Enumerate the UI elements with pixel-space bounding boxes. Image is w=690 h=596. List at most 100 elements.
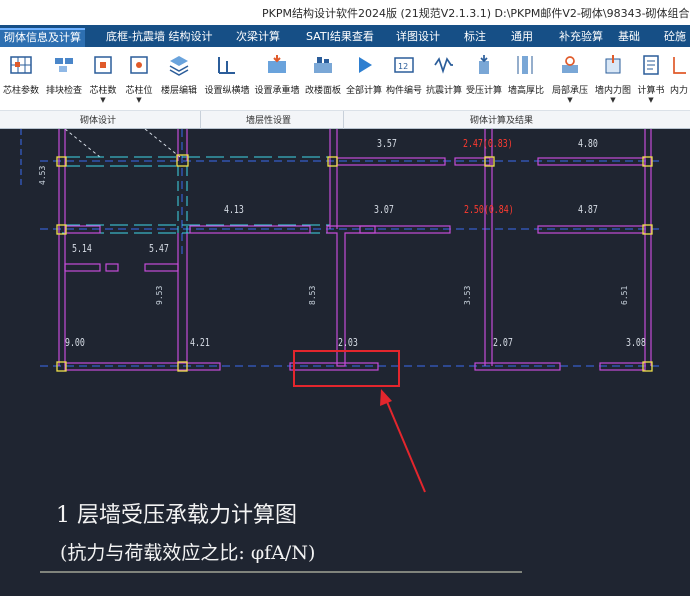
wall-ratio-value: 4.21 [190,336,210,349]
group-divider [200,111,201,129]
wall-ratio-value: 2.50(0.84) [464,203,514,216]
chevron-down-icon: ▼ [648,96,654,104]
local-bearing-button[interactable]: 局部承压 ▼ [548,51,592,107]
wall-ratio-value: 2.07 [493,336,513,349]
chevron-down-icon: ▼ [610,96,616,104]
annotation-arrow [384,396,426,493]
member-number-icon: 12 [394,57,414,73]
drawing-caption-subtitle: (抗力与荷载效应之比: φfA/N) [60,542,316,564]
tab-masonry-calc[interactable]: 砌体信息及计算 [0,28,85,47]
leader-line [64,129,101,158]
tab-general[interactable]: 通用 [507,28,537,47]
tab-annotation[interactable]: 标注 [460,28,490,47]
floor-edit-label: 楼层编辑 [160,86,197,96]
bearing-wall-icon [268,55,286,73]
arrow-head [380,389,392,406]
wall-ratio-value: 4.13 [224,203,244,216]
wall-set-button[interactable]: 设置纵横墙 [202,51,252,107]
wall-ratio-value: 4.87 [578,203,598,216]
tab-concrete[interactable]: 砼施 [660,28,690,47]
wall-ratio-value: 4.80 [578,137,598,150]
wall-force-button[interactable]: 墙内力图 ▼ [592,51,634,107]
vertical-value: 6.51 [620,285,629,305]
chevron-down-icon: ▼ [567,96,573,104]
chevron-down-icon: ▼ [136,96,142,104]
group-calc-results: 砌体计算及结果 [470,116,534,126]
wall-ratio-value: 2.47(0.83) [463,137,513,150]
wall-ratio-label: 墙高厚比 [507,86,544,96]
wall-ratio-value: 5.47 [149,242,169,255]
bearing-wall-button[interactable]: 设置承重墙 [252,51,302,107]
block-check-label: 排块检查 [45,86,82,96]
core-position-button[interactable]: 芯柱位 ▼ [121,51,157,107]
calc-book-button[interactable]: 计算书 ▼ [634,51,668,107]
local-bearing-label: 局部承压 [551,86,588,96]
title-bar: PKPM结构设计软件2024版 (21规范V2.1.3.1) D:\PKPM邮件… [0,0,690,25]
svg-text:12: 12 [398,62,408,71]
tab-beam-calc[interactable]: 次梁计算 [232,28,284,47]
force-label: 内力 [669,86,688,96]
wall-ratio-value: 3.08 [626,336,646,349]
core-column-params-label: 芯柱参数 [2,86,39,96]
member-number-button[interactable]: 12 构件编号 [384,51,424,107]
vertical-value: 4.53 [38,165,47,185]
floor-slab-button[interactable]: 改楼面板 [302,51,344,107]
seismic-calc-button[interactable]: 抗震计算 [424,51,464,107]
tab-sati-results[interactable]: SATI结果查看 [302,28,378,47]
tab-bottom-frame[interactable]: 底框-抗震墙 结构设计 [102,28,216,47]
group-wall-settings: 墙层性设置 [246,116,292,126]
tab-foundation[interactable]: 基础 [614,28,644,47]
wall-ratio-value: 2.03 [338,336,358,349]
tab-supplement[interactable]: 补充验算 [555,28,607,47]
wall-ratio-value: 3.07 [374,203,394,216]
vertical-value: 3.53 [463,285,472,305]
member-number-label: 构件编号 [385,86,422,96]
local-bearing-icon [562,56,578,73]
highlight-box [293,350,400,387]
menu-tab-bar: 砌体信息及计算 底框-抗震墙 结构设计 次梁计算 SATI结果查看 详图设计 标… [0,25,690,47]
grid-columns-icon [10,56,32,74]
compression-calc-label: 受压计算 [465,86,502,96]
drawing-canvas[interactable]: 3.57 2.47(0.83) 4.80 4.13 3.07 2.50(0.84… [0,129,690,596]
seismic-calc-icon [434,57,453,74]
wall-ratio-value: 5.14 [72,242,92,255]
force-icon [673,57,686,74]
floor-slab-icon [314,57,332,73]
tab-detail-design[interactable]: 详图设计 [392,28,444,47]
run-all-label: 全部计算 [345,86,382,96]
vertical-value: 9.53 [155,285,164,305]
compression-calc-icon [479,55,489,74]
wall-ratio-value: 3.57 [377,137,397,150]
core-count-button[interactable]: 芯柱数 ▼ [86,51,120,107]
block-check-button[interactable]: 排块检查 [43,51,85,107]
wall-set-label: 设置纵横墙 [204,86,250,96]
wall-outline [58,129,652,371]
core-position-icon [130,56,148,74]
floor-edit-icon [169,56,189,76]
wall-set-icon [218,57,235,74]
wall-ratio-button[interactable]: 墙高厚比 [504,51,548,107]
compression-calc-button[interactable]: 受压计算 [464,51,504,107]
wall-force-icon [605,55,621,74]
floor-edit-button[interactable]: 楼层编辑 [160,51,198,107]
core-position-label: 芯柱位 [125,86,153,96]
wall-ratio-icon [517,56,533,74]
ribbon-toolbar: 芯柱参数 排块检查 芯柱数 ▼ 芯柱位 ▼ 楼层编辑 设置纵横墙 设置承重墙 改… [0,47,690,129]
window-title: PKPM结构设计软件2024版 (21规范V2.1.3.1) D:\PKPM邮件… [262,7,690,20]
wall-force-label: 墙内力图 [594,86,631,96]
wall-ratio-value: 9.00 [65,336,85,349]
run-all-button[interactable]: 全部计算 [344,51,384,107]
group-masonry-design: 砌体设计 [80,116,117,126]
core-column-params-button[interactable]: 芯柱参数 [0,51,42,107]
floor-slab-label: 改楼面板 [304,86,341,96]
core-count-icon [94,56,112,74]
core-count-label: 芯柱数 [89,86,117,96]
group-divider [343,111,344,129]
bearing-wall-label: 设置承重墙 [254,86,300,96]
run-all-icon [359,57,372,73]
force-button[interactable]: 内力 [668,51,690,107]
calc-book-icon [643,55,659,75]
block-check-icon [55,58,73,72]
vertical-value: 8.53 [308,285,317,305]
seismic-calc-label: 抗震计算 [425,86,462,96]
